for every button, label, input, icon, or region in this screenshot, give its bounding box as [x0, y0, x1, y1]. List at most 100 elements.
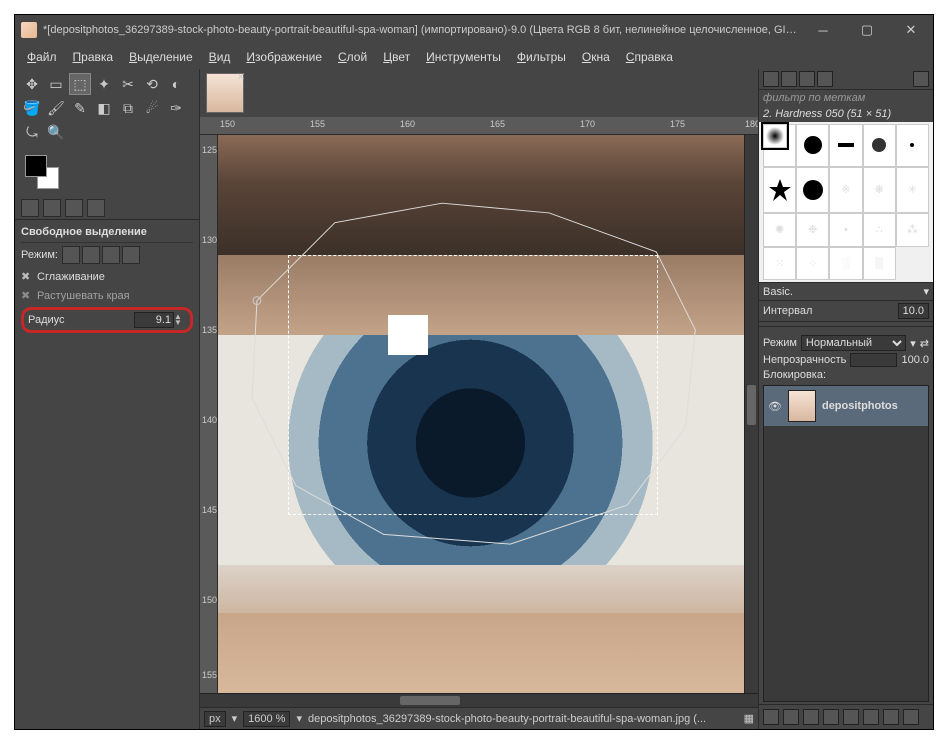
chevron-down-icon[interactable]: ▾ — [232, 712, 238, 725]
menu-help[interactable]: Справка — [620, 48, 679, 66]
image-tab-1[interactable]: ✕ — [206, 73, 244, 113]
ruler-vertical[interactable]: 125 130 135 140 145 150 155 — [200, 135, 218, 693]
zoom-tool[interactable]: 🔍 — [45, 121, 67, 143]
scroll-thumb-v[interactable] — [747, 385, 756, 425]
brush-item[interactable]: ▒ — [863, 247, 896, 281]
dock-menu-icon[interactable] — [913, 71, 929, 87]
opacity-slider[interactable] — [850, 353, 897, 367]
lower-layer-icon[interactable] — [823, 709, 839, 725]
scrollbar-horizontal[interactable] — [200, 693, 758, 707]
brush-filter[interactable]: фильтр по меткам — [759, 90, 933, 106]
tab-brushes[interactable] — [763, 71, 779, 87]
scrollbar-vertical[interactable] — [744, 135, 758, 693]
nav-icon[interactable]: ▦ — [744, 712, 754, 725]
visibility-eye-icon[interactable]: 👁 — [768, 400, 782, 413]
tab-patterns[interactable] — [781, 71, 797, 87]
mode-replace[interactable] — [62, 246, 80, 264]
smudge-tool[interactable]: ☄ — [141, 97, 163, 119]
menu-view[interactable]: Вид — [203, 48, 237, 66]
menu-filters[interactable]: Фильтры — [511, 48, 572, 66]
chevron-down-icon[interactable]: ▾ — [910, 337, 916, 350]
layer-row[interactable]: 👁 depositphotos — [764, 386, 928, 426]
brush-item[interactable]: • — [829, 213, 862, 247]
maximize-button[interactable]: ▢ — [845, 15, 889, 45]
layer-mode-select[interactable]: Нормальный — [801, 335, 906, 351]
move-tool[interactable]: ✥ — [21, 73, 43, 95]
interval-value[interactable]: 10.0 — [898, 303, 929, 319]
picker-tool[interactable]: ⤿ — [21, 121, 43, 143]
basic-label[interactable]: Basic. — [763, 286, 919, 298]
brush-item[interactable]: ░ — [829, 247, 862, 281]
path-tool[interactable]: ✑ — [165, 97, 187, 119]
menu-file[interactable]: Файл — [21, 48, 63, 66]
mask-layer-icon[interactable] — [883, 709, 899, 725]
color-swatch[interactable] — [15, 147, 199, 197]
scroll-thumb-h[interactable] — [400, 696, 460, 705]
tab-history[interactable] — [817, 71, 833, 87]
brush-item-selected[interactable] — [763, 124, 787, 148]
merge-layer-icon[interactable] — [863, 709, 879, 725]
mode-subtract[interactable] — [102, 246, 120, 264]
brush-item[interactable]: ✳ — [896, 167, 929, 214]
delete-layer-icon[interactable] — [903, 709, 919, 725]
menu-windows[interactable]: Окна — [576, 48, 616, 66]
brush-item[interactable]: ⁘ — [796, 247, 829, 281]
feather-check[interactable]: ✖ — [21, 289, 33, 302]
canvas[interactable] — [218, 135, 744, 693]
close-tab-icon[interactable]: ✕ — [237, 72, 245, 83]
free-select-tool[interactable]: ⬚ — [69, 73, 91, 95]
switch-icon[interactable]: ⇄ — [920, 337, 929, 350]
chevron-down-icon[interactable]: ▾ — [296, 712, 302, 725]
zoom-field[interactable]: 1600 % — [243, 711, 290, 727]
eraser-tool[interactable]: ◧ — [93, 97, 115, 119]
bucket-tool[interactable]: 🪣 — [21, 97, 43, 119]
brush-item[interactable] — [796, 124, 829, 167]
tab-options[interactable] — [21, 199, 39, 217]
menu-select[interactable]: Выделение — [123, 48, 199, 66]
transform-tool[interactable]: ⟲ — [141, 73, 163, 95]
brush-item[interactable] — [796, 167, 829, 214]
close-button[interactable]: ✕ — [889, 15, 933, 45]
raise-layer-icon[interactable] — [803, 709, 819, 725]
minimize-button[interactable]: ─ — [801, 15, 845, 45]
rect-select-tool[interactable]: ▭ — [45, 73, 67, 95]
brush-item[interactable]: ⁙ — [763, 247, 796, 281]
tab-undo[interactable] — [65, 199, 83, 217]
brush-item[interactable]: ✺ — [763, 213, 796, 247]
menu-image[interactable]: Изображение — [240, 48, 328, 66]
tab-fonts[interactable] — [799, 71, 815, 87]
unit-selector[interactable]: px — [204, 711, 226, 727]
clone-tool[interactable]: ⧉ — [117, 97, 139, 119]
new-layer-icon[interactable] — [763, 709, 779, 725]
opacity-value[interactable]: 100.0 — [901, 354, 929, 366]
smoothing-check[interactable]: ✖ — [21, 270, 33, 283]
fg-color[interactable] — [25, 155, 47, 177]
warp-tool[interactable]: ◐ — [165, 73, 187, 95]
brush-item[interactable] — [829, 124, 862, 167]
brush-item[interactable]: ※ — [829, 167, 862, 214]
brush-item[interactable]: ❋ — [863, 167, 896, 214]
tab-image[interactable] — [87, 199, 105, 217]
chevron-down-icon[interactable]: ▾ — [923, 285, 929, 298]
menu-edit[interactable]: Правка — [67, 48, 120, 66]
layer-group-icon[interactable] — [783, 709, 799, 725]
tab-device[interactable] — [43, 199, 61, 217]
mode-intersect[interactable] — [122, 246, 140, 264]
brush-item[interactable]: ⁂ — [896, 213, 929, 247]
pencil-tool[interactable]: ✎ — [69, 97, 91, 119]
menu-tools[interactable]: Инструменты — [420, 48, 507, 66]
brush-item[interactable] — [896, 124, 929, 167]
menu-layer[interactable]: Слой — [332, 48, 373, 66]
crop-tool[interactable]: ✂ — [117, 73, 139, 95]
brush-item[interactable]: ❉ — [796, 213, 829, 247]
layer-name[interactable]: depositphotos — [822, 400, 898, 412]
brush-item[interactable]: ∴ — [863, 213, 896, 247]
brush-tool[interactable]: 🖌 — [45, 97, 67, 119]
brush-item[interactable] — [863, 124, 896, 167]
ruler-horizontal[interactable]: 150 155 160 165 170 175 180 — [200, 117, 758, 135]
radius-value[interactable]: 9.1 — [134, 312, 174, 328]
dup-layer-icon[interactable] — [843, 709, 859, 725]
mode-add[interactable] — [82, 246, 100, 264]
menu-color[interactable]: Цвет — [377, 48, 416, 66]
radius-spinner[interactable]: ▲▼ — [174, 314, 186, 326]
